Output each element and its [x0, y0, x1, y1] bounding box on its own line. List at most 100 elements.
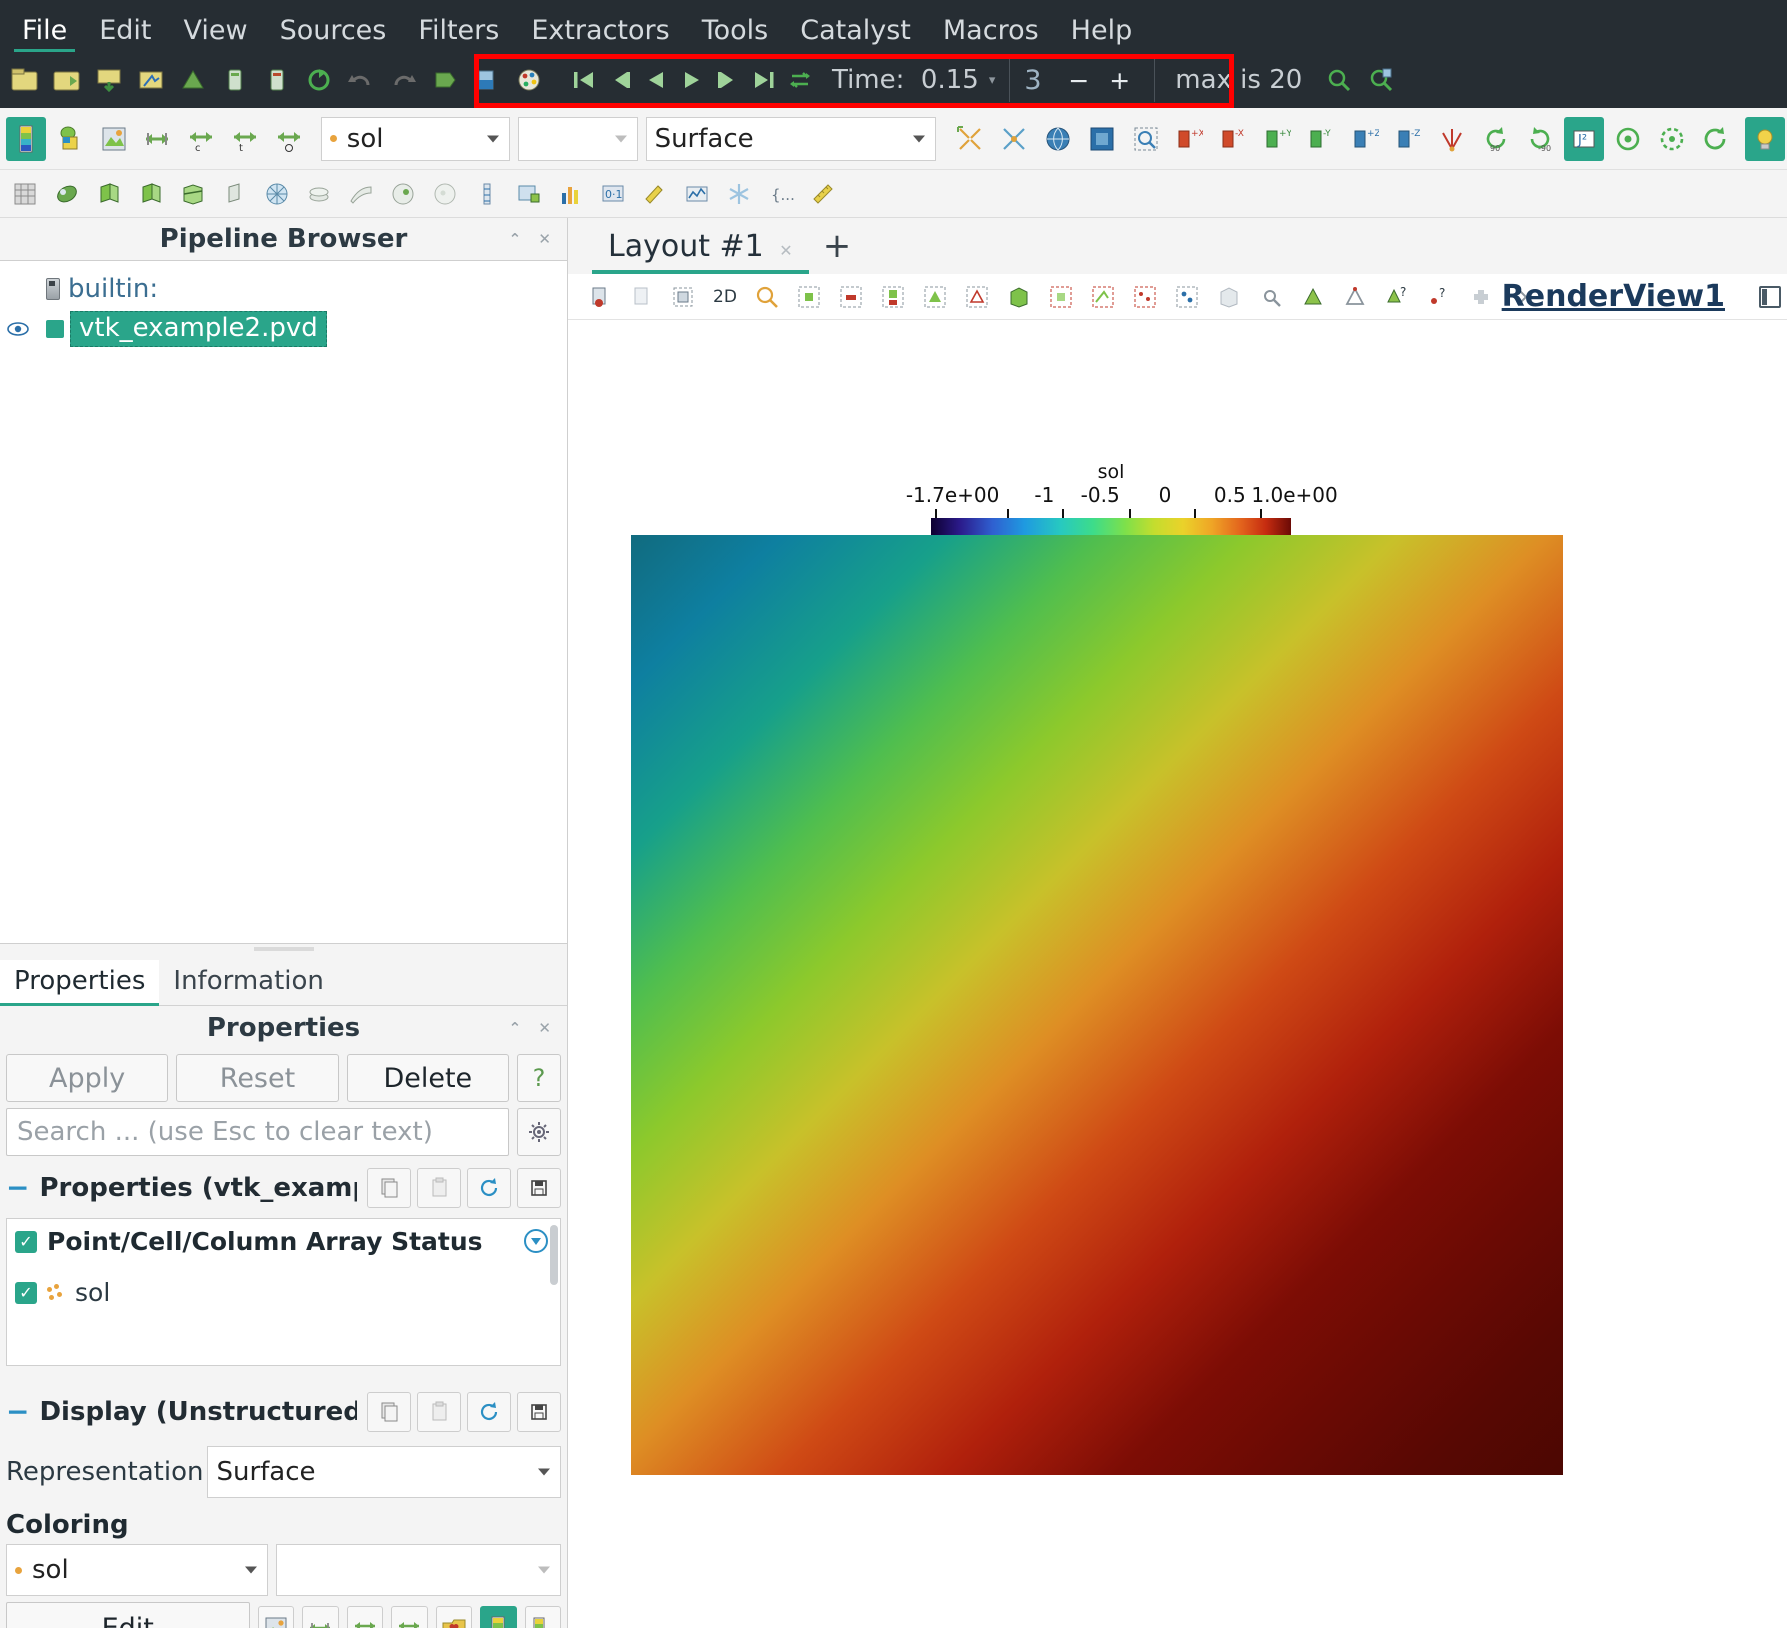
rotate-90-cw-icon[interactable]: -90 [1520, 117, 1560, 161]
time-decrement-button[interactable]: − [1068, 66, 1089, 95]
reset-camera-icon[interactable] [666, 280, 700, 314]
edit-macros-icon[interactable] [637, 176, 673, 212]
menu-view[interactable]: View [167, 13, 263, 52]
set-view-plus-x-icon[interactable]: +X [1170, 117, 1210, 161]
array-status-header[interactable]: ✓ Point/Cell/Column Array Status [15, 1227, 552, 1256]
rescale-to-data-range-icon[interactable] [302, 1606, 339, 1628]
array-sol-checkbox[interactable]: ✓ [15, 1281, 37, 1304]
restore-defaults-icon[interactable] [467, 1168, 511, 1208]
select-points-on-icon[interactable] [834, 280, 868, 314]
select-points-through-icon[interactable] [918, 280, 952, 314]
set-view-minus-x-icon[interactable]: -X [1213, 117, 1253, 161]
slice-filter-icon[interactable] [175, 176, 211, 212]
camera-orbit-icon[interactable] [1608, 117, 1648, 161]
color-legend[interactable]: sol -1.7e+00 -1 -0.5 0 0.5 1.0e+00 [906, 461, 1338, 540]
first-frame-button[interactable] [566, 62, 602, 98]
menu-extractors[interactable]: Extractors [515, 13, 685, 52]
previous-frame-button[interactable] [602, 62, 638, 98]
threshold-filter-icon[interactable] [217, 176, 253, 212]
section-properties-header[interactable]: − Properties (vtk_example2.pvd [0, 1156, 567, 1212]
clip-filter-icon[interactable] [133, 176, 169, 212]
camera-roll-icon[interactable] [1695, 117, 1735, 161]
set-view-minus-y-icon[interactable]: -Y [1301, 117, 1341, 161]
scalar-field-surface[interactable] [631, 535, 1563, 1475]
stream-tracer-icon[interactable] [343, 176, 379, 212]
copy-properties-icon[interactable] [367, 1168, 411, 1208]
dock-buttons-icon[interactable]: ⌃ ✕ [509, 230, 557, 248]
query-cell-icon[interactable]: ? [1422, 280, 1456, 314]
reset-button[interactable]: Reset [176, 1054, 339, 1102]
array-box-scrollbar[interactable] [550, 1225, 558, 1285]
view-axes-icon[interactable] [1432, 117, 1472, 161]
menu-catalyst[interactable]: Catalyst [784, 13, 927, 52]
array-row-sol[interactable]: ✓ sol [15, 1278, 552, 1307]
delete-button[interactable]: Delete [346, 1054, 509, 1102]
connect-server-icon[interactable] [216, 61, 254, 99]
rescale-to-time-range-icon[interactable]: t [225, 117, 265, 161]
toggle-2d-3d-button[interactable]: 2D [708, 280, 742, 314]
menu-file[interactable]: File [6, 13, 83, 52]
panel-splitter[interactable] [0, 944, 567, 954]
render-view-title[interactable]: RenderView1 [1502, 279, 1725, 314]
zoom-to-box-icon[interactable] [1126, 117, 1166, 161]
menu-filters[interactable]: Filters [402, 13, 515, 52]
choose-preset-icon[interactable] [257, 1606, 294, 1628]
time-dropdown-caret-icon[interactable]: ▾ [989, 73, 996, 88]
tab-information[interactable]: Information [159, 960, 338, 1005]
add-point-label-icon[interactable] [1296, 280, 1330, 314]
warp-filter-icon[interactable] [385, 176, 421, 212]
coloring-array-select[interactable]: sol [6, 1544, 268, 1596]
tab-properties[interactable]: Properties [0, 960, 160, 1006]
restore-display-defaults-icon[interactable] [467, 1392, 511, 1432]
annotation-braces-icon[interactable]: {...} [763, 176, 799, 212]
last-frame-button[interactable] [746, 62, 782, 98]
camera-rotate-icon[interactable] [1652, 117, 1692, 161]
next-frame-button[interactable] [710, 62, 746, 98]
rescale-to-custom-range-icon[interactable]: c [181, 117, 221, 161]
calculator-filter-icon[interactable] [49, 176, 85, 212]
advanced-properties-gear-icon[interactable] [517, 1108, 561, 1156]
show-center-axes-icon[interactable] [950, 117, 990, 161]
open-recent-icon[interactable] [48, 61, 86, 99]
copy-display-icon[interactable] [367, 1392, 411, 1432]
interactive-select-cells-icon[interactable] [1044, 280, 1078, 314]
color-array-combo[interactable]: sol [320, 116, 511, 161]
set-view-plus-z-icon[interactable]: +Z [1345, 117, 1385, 161]
reset-center-icon[interactable] [994, 117, 1034, 161]
play-reverse-button[interactable] [638, 62, 674, 98]
loop-icon[interactable] [782, 62, 818, 98]
edit-color-legend-icon[interactable]: e [524, 1606, 561, 1628]
extract-level-icon[interactable] [469, 176, 505, 212]
choose-preset-icon[interactable] [94, 117, 134, 161]
edit-color-map-icon[interactable] [50, 117, 90, 161]
disconnect-server-icon[interactable] [258, 61, 296, 99]
pipeline-tree[interactable]: builtin: vtk_example2.pvd [0, 260, 567, 944]
reset-session-icon[interactable] [300, 61, 338, 99]
rescale-to-custom-range-icon[interactable]: c [346, 1606, 383, 1628]
array-status-box[interactable]: ✓ Point/Cell/Column Array Status ✓ sol [6, 1218, 561, 1366]
collapse-minus-icon[interactable]: − [6, 1174, 29, 1202]
play-button[interactable] [674, 62, 710, 98]
coloring-component-select[interactable] [276, 1544, 561, 1596]
array-status-checkbox[interactable]: ✓ [15, 1230, 37, 1253]
split-horizontal-icon[interactable] [1759, 285, 1781, 308]
layout-tab-1[interactable]: Layout #1 ✕ [592, 225, 809, 274]
plot-over-line-icon[interactable] [511, 176, 547, 212]
ruler-icon[interactable] [805, 176, 841, 212]
bar-chart-view-icon[interactable] [553, 176, 589, 212]
dock-buttons-icon[interactable]: ⌃ ✕ [509, 1019, 557, 1037]
pipeline-item-vtk-example2[interactable]: vtk_example2.pvd [70, 311, 327, 347]
interactive-select-points-icon[interactable] [1086, 280, 1120, 314]
save-as-defaults-icon[interactable] [517, 1168, 561, 1208]
array-status-options-icon[interactable] [524, 1229, 548, 1253]
render-view-canvas[interactable]: sol -1.7e+00 -1 -0.5 0 0.5 1.0e+00 [568, 320, 1787, 1628]
toggle-color-legend-icon[interactable] [6, 116, 46, 161]
menu-edit[interactable]: Edit [83, 13, 167, 52]
globe-icon[interactable] [1038, 117, 1078, 161]
help-button[interactable]: ? [516, 1054, 561, 1102]
rescale-to-data-range-icon[interactable] [137, 117, 177, 161]
save-data-icon[interactable] [90, 61, 128, 99]
group-datasets-icon[interactable] [427, 176, 463, 212]
pick-center-icon[interactable] [582, 280, 616, 314]
open-file-icon[interactable] [6, 61, 44, 99]
